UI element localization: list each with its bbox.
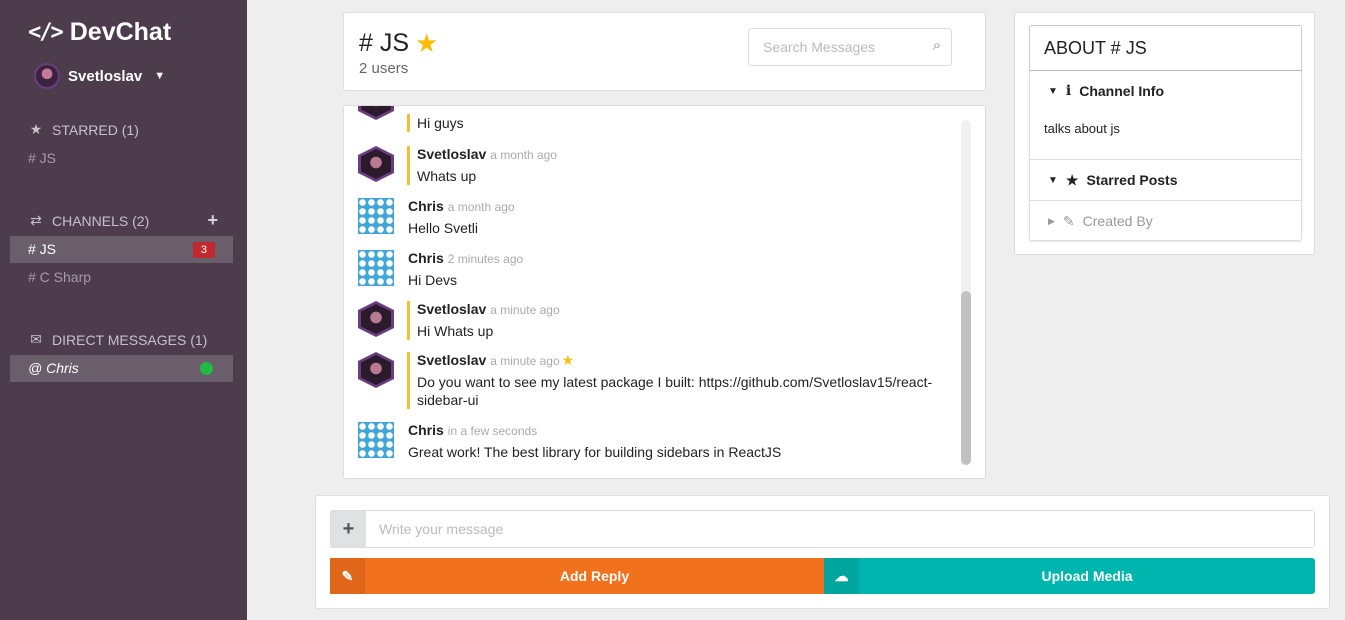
user-menu[interactable]: Svetloslav ▼: [34, 63, 165, 89]
sidebar: </> DevChat Svetloslav ▼ ★ STARRED (1) #…: [0, 0, 247, 620]
channel-item-label: # JS: [28, 241, 57, 257]
channel-meta-panel: ABOUT # JS ▼ i Channel Info talks about …: [1014, 12, 1315, 255]
message-text: Hi Devs: [408, 272, 458, 288]
message-body: Chris 2 minutes ago Hi Devs: [408, 250, 953, 289]
unread-badge: 3: [192, 242, 215, 258]
message-author: Chris: [408, 422, 444, 438]
channel-info-label: Channel Info: [1079, 83, 1165, 99]
user-count: 2 users: [359, 60, 409, 77]
mail-icon: ✉: [30, 331, 42, 347]
message-author: Svetloslav: [417, 352, 487, 368]
message-body: Hi guys: [407, 114, 952, 132]
star-icon[interactable]: ★: [415, 28, 438, 59]
message-body: Chris a month ago Hello Svetli: [408, 198, 953, 237]
starred-label: STARRED (1): [52, 121, 139, 138]
accordion-created-by[interactable]: ▶ ✎ Created By: [1030, 201, 1301, 241]
channel-item-label: # C Sharp: [28, 269, 92, 285]
avatar: [358, 106, 394, 120]
message-list: Hi guys Svetloslav a month ago Whats up C…: [358, 106, 958, 478]
message-text: Great work! The best library for buildin…: [408, 444, 782, 460]
search-input[interactable]: [749, 29, 909, 65]
channel-accordion: ▼ i Channel Info talks about js ▼ ★ Star…: [1029, 71, 1302, 241]
message-text: Do you want to see my latest package I b…: [417, 374, 933, 408]
plus-icon[interactable]: +: [207, 210, 218, 231]
channel-item-csharp[interactable]: # C Sharp: [10, 264, 233, 291]
pencil-icon: ✎: [1062, 212, 1075, 229]
message-time: a month ago: [490, 148, 557, 162]
caret-down-icon: ▼: [1048, 174, 1058, 186]
cloud-upload-icon: ☁: [824, 558, 859, 594]
message-author: Chris: [408, 250, 444, 266]
caret-right-icon: ▶: [1048, 215, 1055, 226]
star-icon[interactable]: ★: [562, 352, 575, 368]
message-text: Hi Whats up: [417, 323, 494, 339]
user-name: Svetloslav: [68, 67, 143, 85]
dm-item-chris[interactable]: @ Chris: [10, 355, 233, 382]
dm-item-label: @ Chris: [28, 360, 79, 376]
star-icon: ★: [1065, 171, 1079, 188]
direct-messages-header: ✉ DIRECT MESSAGES (1): [28, 331, 218, 348]
message-body: Svetloslav a minute ago Hi Whats up: [407, 301, 952, 340]
channel-name: # JS: [359, 29, 410, 57]
message-time: a minute ago: [490, 354, 560, 368]
avatar: [358, 250, 394, 286]
message-time: in a few seconds: [447, 424, 538, 438]
brand: </> DevChat: [28, 18, 171, 47]
channel-item-js[interactable]: # JS 3: [10, 236, 233, 263]
avatar: [358, 146, 394, 182]
accordion-starred-posts[interactable]: ▼ ★ Starred Posts: [1030, 160, 1301, 200]
avatar: [358, 352, 394, 388]
channel-info-content: talks about js: [1044, 121, 1120, 136]
messages-panel: Hi guys Svetloslav a month ago Whats up C…: [343, 105, 986, 479]
message-author: Svetloslav: [417, 146, 487, 162]
upload-media-label: Upload Media: [1041, 568, 1133, 584]
exchange-icon: ⇄: [30, 212, 42, 228]
message-body: Chris in a few seconds Great work! The be…: [408, 422, 953, 461]
starred-header: ★ STARRED (1): [28, 121, 218, 138]
upload-media-button[interactable]: ☁ Upload Media: [824, 558, 1315, 594]
caret-down-icon: ▼: [154, 70, 166, 82]
caret-down-icon: ▼: [1048, 85, 1058, 97]
add-reply-button[interactable]: ✎ Add Reply: [330, 558, 824, 594]
info-icon: i: [1065, 83, 1072, 99]
message-composer: + ✎ Add Reply ☁ Upload Media: [315, 495, 1330, 609]
about-title: ABOUT # JS: [1029, 25, 1302, 71]
message-text: Whats up: [417, 168, 477, 184]
message-body: Svetloslav a minute ago ★ Do you want to s…: [407, 352, 952, 409]
avatar: [358, 422, 394, 458]
message-text: Hi guys: [417, 115, 464, 131]
avatar: [34, 63, 60, 89]
message-author: Svetloslav: [417, 301, 487, 317]
channels-header: ⇄ CHANNELS (2) +: [28, 210, 218, 231]
message-body: Svetloslav a month ago Whats up: [407, 146, 952, 185]
message-input[interactable]: [366, 511, 1314, 547]
starred-posts-label: Starred Posts: [1086, 172, 1178, 188]
message-text: Hello Svetli: [408, 220, 479, 236]
search-icon[interactable]: ⌕: [933, 37, 941, 54]
message-author: Chris: [408, 198, 444, 214]
app-name: DevChat: [69, 18, 172, 46]
edit-icon: ✎: [330, 558, 365, 594]
starred-item-js[interactable]: # JS: [10, 145, 233, 172]
direct-messages-label: DIRECT MESSAGES (1): [52, 331, 208, 348]
code-icon: </>: [28, 20, 64, 45]
avatar: [358, 198, 394, 234]
star-icon: ★: [29, 121, 43, 137]
starred-item-label: # JS: [28, 150, 57, 166]
channels-label: CHANNELS (2): [52, 212, 150, 229]
message-time: a minute ago: [490, 303, 560, 317]
message-time: 2 minutes ago: [447, 252, 524, 266]
scrollbar-thumb[interactable]: [961, 291, 971, 465]
online-status-indicator: [200, 362, 213, 375]
add-reply-label: Add Reply: [559, 568, 630, 584]
accordion-channel-info[interactable]: ▼ i Channel Info: [1030, 71, 1301, 111]
search-box: ⌕: [748, 28, 952, 66]
channel-title: # JS ★: [359, 28, 438, 59]
created-by-label: Created By: [1082, 213, 1153, 229]
channel-header: # JS ★ 2 users ⌕: [343, 12, 986, 91]
message-time: a month ago: [447, 200, 515, 214]
avatar: [358, 301, 394, 337]
message-input-group: +: [330, 510, 1315, 548]
plus-icon[interactable]: +: [331, 511, 366, 547]
